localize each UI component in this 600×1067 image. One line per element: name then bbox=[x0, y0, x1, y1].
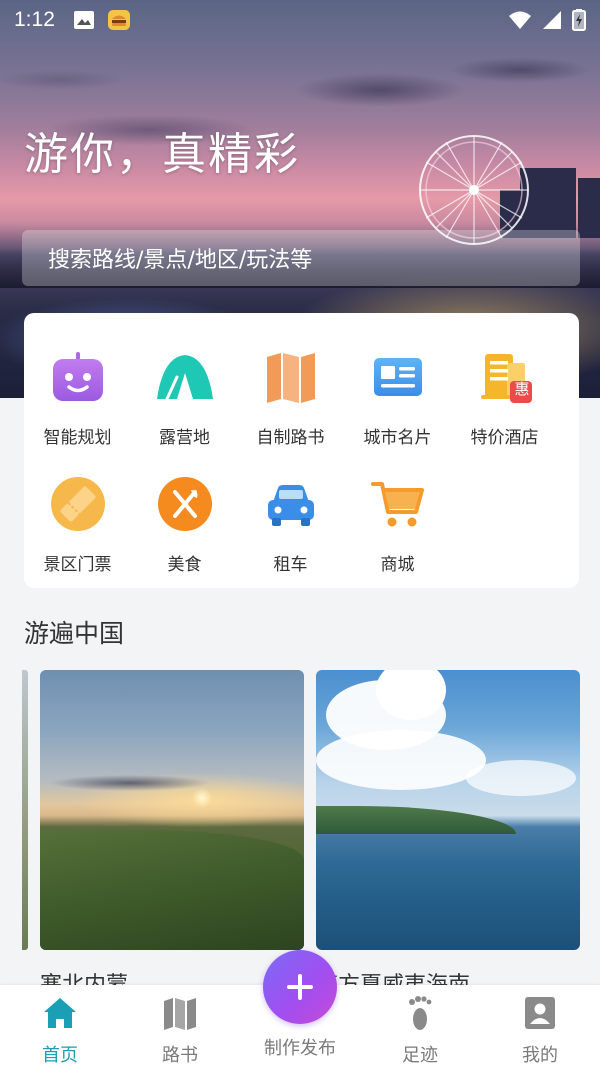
publish-label: 制作发布 bbox=[264, 1038, 336, 1059]
category-label: 露营地 bbox=[159, 428, 210, 448]
sunset-cloud bbox=[40, 774, 240, 792]
category-label: 租车 bbox=[273, 555, 308, 575]
category-grid: 智能规划 露营地 自制路书 城市名片 惠 特价酒店 景区门票 美食 租车 商城 bbox=[24, 313, 579, 588]
category-label: 智能规划 bbox=[43, 428, 112, 448]
category-car-rental[interactable]: 租车 bbox=[237, 476, 344, 575]
category-smart-planning[interactable]: 智能规划 bbox=[24, 349, 131, 448]
hotel-discount-badge: 惠 bbox=[514, 380, 530, 398]
category-self-made-roadbook[interactable]: 自制路书 bbox=[237, 349, 344, 448]
nav-label: 路书 bbox=[162, 1045, 198, 1066]
tent-icon bbox=[156, 355, 213, 401]
category-label: 城市名片 bbox=[363, 428, 432, 448]
nav-footprints[interactable]: 足迹 bbox=[360, 993, 480, 1067]
nav-label: 首页 bbox=[42, 1045, 78, 1066]
home-icon bbox=[44, 998, 76, 1028]
car-icon bbox=[267, 485, 314, 526]
category-mall[interactable]: 商城 bbox=[344, 476, 451, 575]
nav-roadbook[interactable]: 路书 bbox=[120, 993, 240, 1067]
nav-label: 我的 bbox=[522, 1045, 558, 1066]
signal-icon bbox=[543, 11, 561, 29]
hero-building bbox=[578, 178, 600, 238]
footprint-icon bbox=[409, 996, 432, 1030]
status-time: 1:12 bbox=[14, 8, 55, 31]
grassland-hill bbox=[40, 830, 304, 950]
category-label: 景区门票 bbox=[43, 555, 112, 575]
category-campsite[interactable]: 露营地 bbox=[131, 349, 238, 448]
search-input[interactable]: 搜索路线/景点/地区/玩法等 bbox=[22, 230, 580, 286]
search-placeholder: 搜索路线/景点/地区/玩法等 bbox=[48, 248, 313, 273]
map-book-icon bbox=[266, 353, 315, 403]
nav-profile[interactable]: 我的 bbox=[480, 993, 600, 1067]
destination-card-image-inner-mongolia[interactable] bbox=[40, 670, 304, 950]
image-icon bbox=[73, 11, 94, 29]
profile-icon bbox=[525, 997, 555, 1029]
category-label: 特价酒店 bbox=[470, 428, 539, 448]
category-discount-hotel[interactable]: 惠 特价酒店 bbox=[451, 349, 558, 448]
plus-icon bbox=[287, 974, 313, 1000]
category-label: 美食 bbox=[167, 555, 202, 575]
cloud-shape bbox=[316, 730, 486, 790]
category-city-card[interactable]: 城市名片 bbox=[344, 349, 451, 448]
destination-caption[interactable]: 南方夏威夷海南 bbox=[316, 972, 580, 986]
wifi-icon bbox=[509, 11, 531, 29]
carousel-previous-card-edge[interactable] bbox=[22, 670, 28, 950]
map-book-icon bbox=[164, 998, 196, 1030]
fork-knife-icon bbox=[157, 477, 212, 531]
nav-home[interactable]: 首页 bbox=[0, 993, 120, 1067]
battery-charging-icon bbox=[572, 9, 586, 31]
destination-card-image-hainan[interactable] bbox=[316, 670, 580, 950]
robot-icon bbox=[52, 352, 103, 401]
status-bar: 1:12 bbox=[0, 0, 600, 40]
nav-label: 足迹 bbox=[402, 1045, 438, 1066]
cloud-shape bbox=[466, 760, 576, 796]
category-food[interactable]: 美食 bbox=[131, 476, 238, 575]
section-title: 游遍中国 bbox=[24, 619, 125, 648]
shopping-cart-icon bbox=[370, 482, 424, 527]
id-card-icon bbox=[373, 358, 422, 396]
ticket-icon bbox=[50, 477, 105, 531]
burger-app-icon bbox=[107, 10, 130, 30]
category-scenic-tickets[interactable]: 景区门票 bbox=[24, 476, 131, 575]
publish-button[interactable] bbox=[263, 950, 337, 1024]
destination-caption[interactable]: 塞北内蒙 bbox=[40, 972, 300, 986]
hero-title: 游你，真精彩 bbox=[24, 129, 300, 180]
category-label: 商城 bbox=[380, 555, 415, 575]
category-label: 自制路书 bbox=[256, 428, 325, 448]
coastline bbox=[316, 806, 516, 834]
